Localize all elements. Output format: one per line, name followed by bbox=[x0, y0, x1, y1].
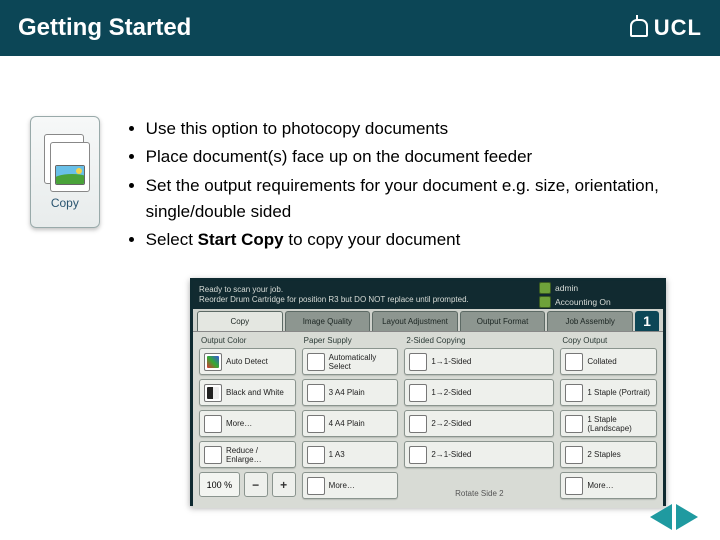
col-heading: Paper Supply bbox=[304, 336, 399, 345]
col-heading: 2-Sided Copying bbox=[406, 336, 554, 345]
tab-copy[interactable]: Copy bbox=[197, 311, 283, 331]
copier-touchscreen: Ready to scan your job. Reorder Drum Car… bbox=[190, 278, 666, 506]
col-output-color: Output Color Auto Detect Black and White… bbox=[199, 336, 296, 502]
opt-auto-detect[interactable]: Auto Detect bbox=[199, 348, 296, 375]
content-area: Copy Use this option to photocopy docume… bbox=[0, 56, 720, 256]
document-stack-icon bbox=[42, 134, 88, 190]
rotate-side-2[interactable]: Rotate Side 2 bbox=[404, 489, 554, 502]
ucl-dome-icon bbox=[630, 19, 648, 37]
opt-2-2-sided[interactable]: 2→2-Sided bbox=[404, 410, 554, 437]
opt-color-more[interactable]: More… bbox=[199, 410, 296, 437]
ucl-logo: UCL bbox=[630, 15, 702, 41]
opt-1-2-sided[interactable]: 1→2-Sided bbox=[404, 379, 554, 406]
next-slide-button[interactable] bbox=[676, 504, 698, 530]
staple-icon bbox=[565, 415, 583, 433]
scale-minus-button[interactable]: − bbox=[244, 472, 268, 497]
opt-1staple-landscape[interactable]: 1 Staple (Landscape) bbox=[560, 410, 657, 437]
opt-2-1-sided[interactable]: 2→1-Sided bbox=[404, 441, 554, 468]
color-icon bbox=[204, 353, 222, 371]
duplex-icon bbox=[409, 353, 427, 371]
status-bar: Ready to scan your job. Reorder Drum Car… bbox=[193, 281, 663, 309]
slide-nav bbox=[650, 504, 698, 530]
col-copy-output: Copy Output Collated 1 Staple (Portrait)… bbox=[560, 336, 657, 502]
opt-paper-more[interactable]: More… bbox=[302, 472, 399, 499]
accounting-icon bbox=[539, 296, 551, 308]
instruction-item: Use this option to photocopy documents bbox=[146, 116, 690, 142]
bw-icon bbox=[204, 384, 222, 402]
scale-plus-button[interactable]: + bbox=[272, 472, 296, 497]
opt-black-white[interactable]: Black and White bbox=[199, 379, 296, 406]
options-grid: Output Color Auto Detect Black and White… bbox=[193, 331, 663, 508]
instruction-item: Place document(s) face up on the documen… bbox=[146, 144, 690, 170]
collate-icon bbox=[565, 353, 583, 371]
scale-icon bbox=[204, 446, 222, 464]
col-two-sided: 2-Sided Copying 1→1-Sided 1→2-Sided 2→2-… bbox=[404, 336, 554, 502]
tab-image-quality[interactable]: Image Quality bbox=[285, 311, 371, 331]
staple-icon bbox=[565, 446, 583, 464]
slide-title: Getting Started bbox=[18, 14, 191, 42]
opt-output-more[interactable]: More… bbox=[560, 472, 657, 499]
status-message: Ready to scan your job. Reorder Drum Car… bbox=[199, 285, 531, 304]
instruction-item: Select Start Copy to copy your document bbox=[146, 227, 690, 253]
opt-tray4-a4[interactable]: 4 A4 Plain bbox=[302, 410, 399, 437]
slide-header: Getting Started UCL bbox=[0, 0, 720, 56]
duplex-icon bbox=[409, 415, 427, 433]
opt-tray1-a3[interactable]: 1 A3 bbox=[302, 441, 399, 468]
col-heading: Copy Output bbox=[562, 336, 657, 345]
col-paper-supply: Paper Supply Automatically Select 3 A4 P… bbox=[302, 336, 399, 502]
duplex-icon bbox=[409, 446, 427, 464]
opt-paper-auto[interactable]: Automatically Select bbox=[302, 348, 399, 375]
paper-icon bbox=[307, 415, 325, 433]
instruction-list: Use this option to photocopy documents P… bbox=[128, 116, 690, 256]
more-icon bbox=[307, 477, 325, 495]
ucl-logo-text: UCL bbox=[654, 15, 702, 41]
scale-percent: 100 % bbox=[199, 472, 240, 497]
opt-1staple-portrait[interactable]: 1 Staple (Portrait) bbox=[560, 379, 657, 406]
staple-icon bbox=[565, 384, 583, 402]
copy-tile-thumbnail: Copy bbox=[30, 116, 100, 228]
opt-1-1-sided[interactable]: 1→1-Sided bbox=[404, 348, 554, 375]
prev-slide-button[interactable] bbox=[650, 504, 672, 530]
tab-job-assembly[interactable]: Job Assembly bbox=[547, 311, 633, 331]
accounting-indicator[interactable]: Accounting On bbox=[539, 296, 657, 308]
tab-strip: Copy Image Quality Layout Adjustment Out… bbox=[197, 311, 659, 331]
col-heading: Output Color bbox=[201, 336, 296, 345]
paper-icon bbox=[307, 353, 325, 371]
opt-reduce-enlarge[interactable]: Reduce / Enlarge… bbox=[199, 441, 296, 468]
quantity-display[interactable]: 1 bbox=[635, 311, 659, 331]
more-icon bbox=[565, 477, 583, 495]
user-icon bbox=[539, 282, 551, 294]
reduce-controls: 100 % − + bbox=[199, 472, 296, 497]
copy-tile-label: Copy bbox=[51, 196, 79, 210]
paper-icon bbox=[307, 384, 325, 402]
user-indicator[interactable]: admin bbox=[539, 282, 657, 294]
tab-layout-adjustment[interactable]: Layout Adjustment bbox=[372, 311, 458, 331]
more-icon bbox=[204, 415, 222, 433]
opt-2staples[interactable]: 2 Staples bbox=[560, 441, 657, 468]
tab-output-format[interactable]: Output Format bbox=[460, 311, 546, 331]
duplex-icon bbox=[409, 384, 427, 402]
opt-tray3-a4[interactable]: 3 A4 Plain bbox=[302, 379, 399, 406]
instruction-item: Set the output requirements for your doc… bbox=[146, 173, 690, 226]
opt-collated[interactable]: Collated bbox=[560, 348, 657, 375]
paper-icon bbox=[307, 446, 325, 464]
